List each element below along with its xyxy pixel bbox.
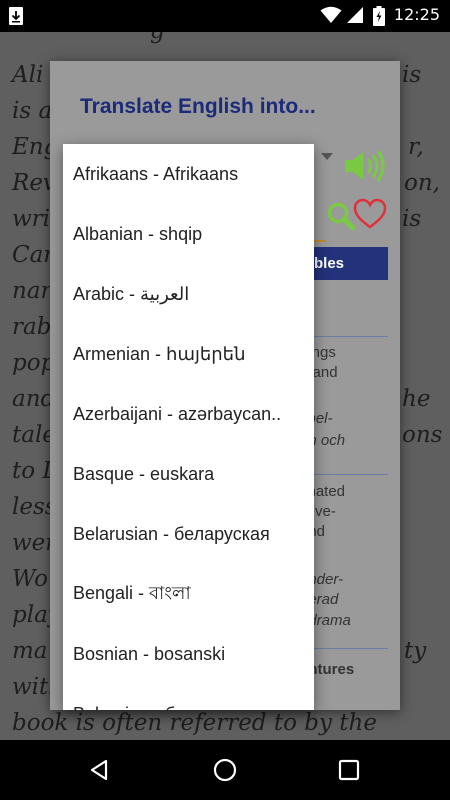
language-option[interactable]: Albanian - shqip <box>63 204 314 264</box>
language-option[interactable]: Bosnian - bosanski <box>63 624 314 684</box>
bg-line: pop <box>12 350 56 376</box>
back-icon[interactable] <box>83 754 115 786</box>
bg-line: Ali <box>12 62 44 88</box>
status-time: 12:25 <box>393 5 440 24</box>
screen: 12:25 g Ali is a w Eng Rev writ Car nar … <box>0 0 450 800</box>
tab-indicator <box>312 240 326 242</box>
examples-button[interactable]: bles <box>312 247 388 280</box>
speaker-icon[interactable] <box>343 149 387 187</box>
battery-charging-icon <box>373 6 385 30</box>
bg-line: and <box>12 386 56 412</box>
divider <box>312 336 388 337</box>
dialog-title: Translate English into... <box>80 95 316 118</box>
bg-line: book is often referred to by the <box>12 710 377 736</box>
bg-fragment: ty <box>404 638 427 664</box>
bg-line: nar <box>12 278 52 304</box>
language-option[interactable]: Belarusian - беларуская <box>63 504 314 564</box>
bg-line: Car <box>12 242 55 268</box>
bg-line: rab <box>12 314 52 340</box>
bg-fragment: he <box>402 386 431 412</box>
cellular-signal-icon <box>346 6 364 28</box>
bg-line: Wo <box>12 566 48 592</box>
bg-fragment: r, <box>408 134 424 160</box>
bg-fragment: is <box>402 206 422 232</box>
bg-fragment: is <box>402 62 422 88</box>
bg-fragment: g <box>150 32 165 44</box>
bg-fragment: ons <box>402 422 443 448</box>
language-option[interactable]: Bengali - বাংলা <box>63 564 314 624</box>
download-arrow-icon <box>8 6 24 30</box>
language-option[interactable]: Armenian - հայերեն <box>63 324 314 384</box>
bg-line: ma <box>12 638 48 664</box>
wifi-icon <box>320 6 342 28</box>
home-icon[interactable] <box>209 754 241 786</box>
language-option[interactable]: Arabic - العربية <box>63 264 314 324</box>
language-option[interactable]: Basque - euskara <box>63 444 314 504</box>
language-option[interactable]: Afrikaans - Afrikaans <box>63 144 314 204</box>
bg-fragment: on, <box>404 170 440 196</box>
heart-icon[interactable] <box>353 198 387 234</box>
language-option[interactable]: Azerbaijani - azərbaycan.. <box>63 384 314 444</box>
status-bar: 12:25 <box>0 0 450 32</box>
navigation-bar <box>0 740 450 800</box>
language-dropdown-list[interactable]: Afrikaans - Afrikaans Albanian - shqip A… <box>63 144 314 710</box>
divider <box>312 648 388 649</box>
search-icon[interactable] <box>326 201 356 235</box>
divider <box>312 474 388 475</box>
chevron-down-icon[interactable] <box>321 153 333 160</box>
language-option[interactable]: Bulgarian - български <box>63 684 314 711</box>
recents-icon[interactable] <box>333 754 365 786</box>
